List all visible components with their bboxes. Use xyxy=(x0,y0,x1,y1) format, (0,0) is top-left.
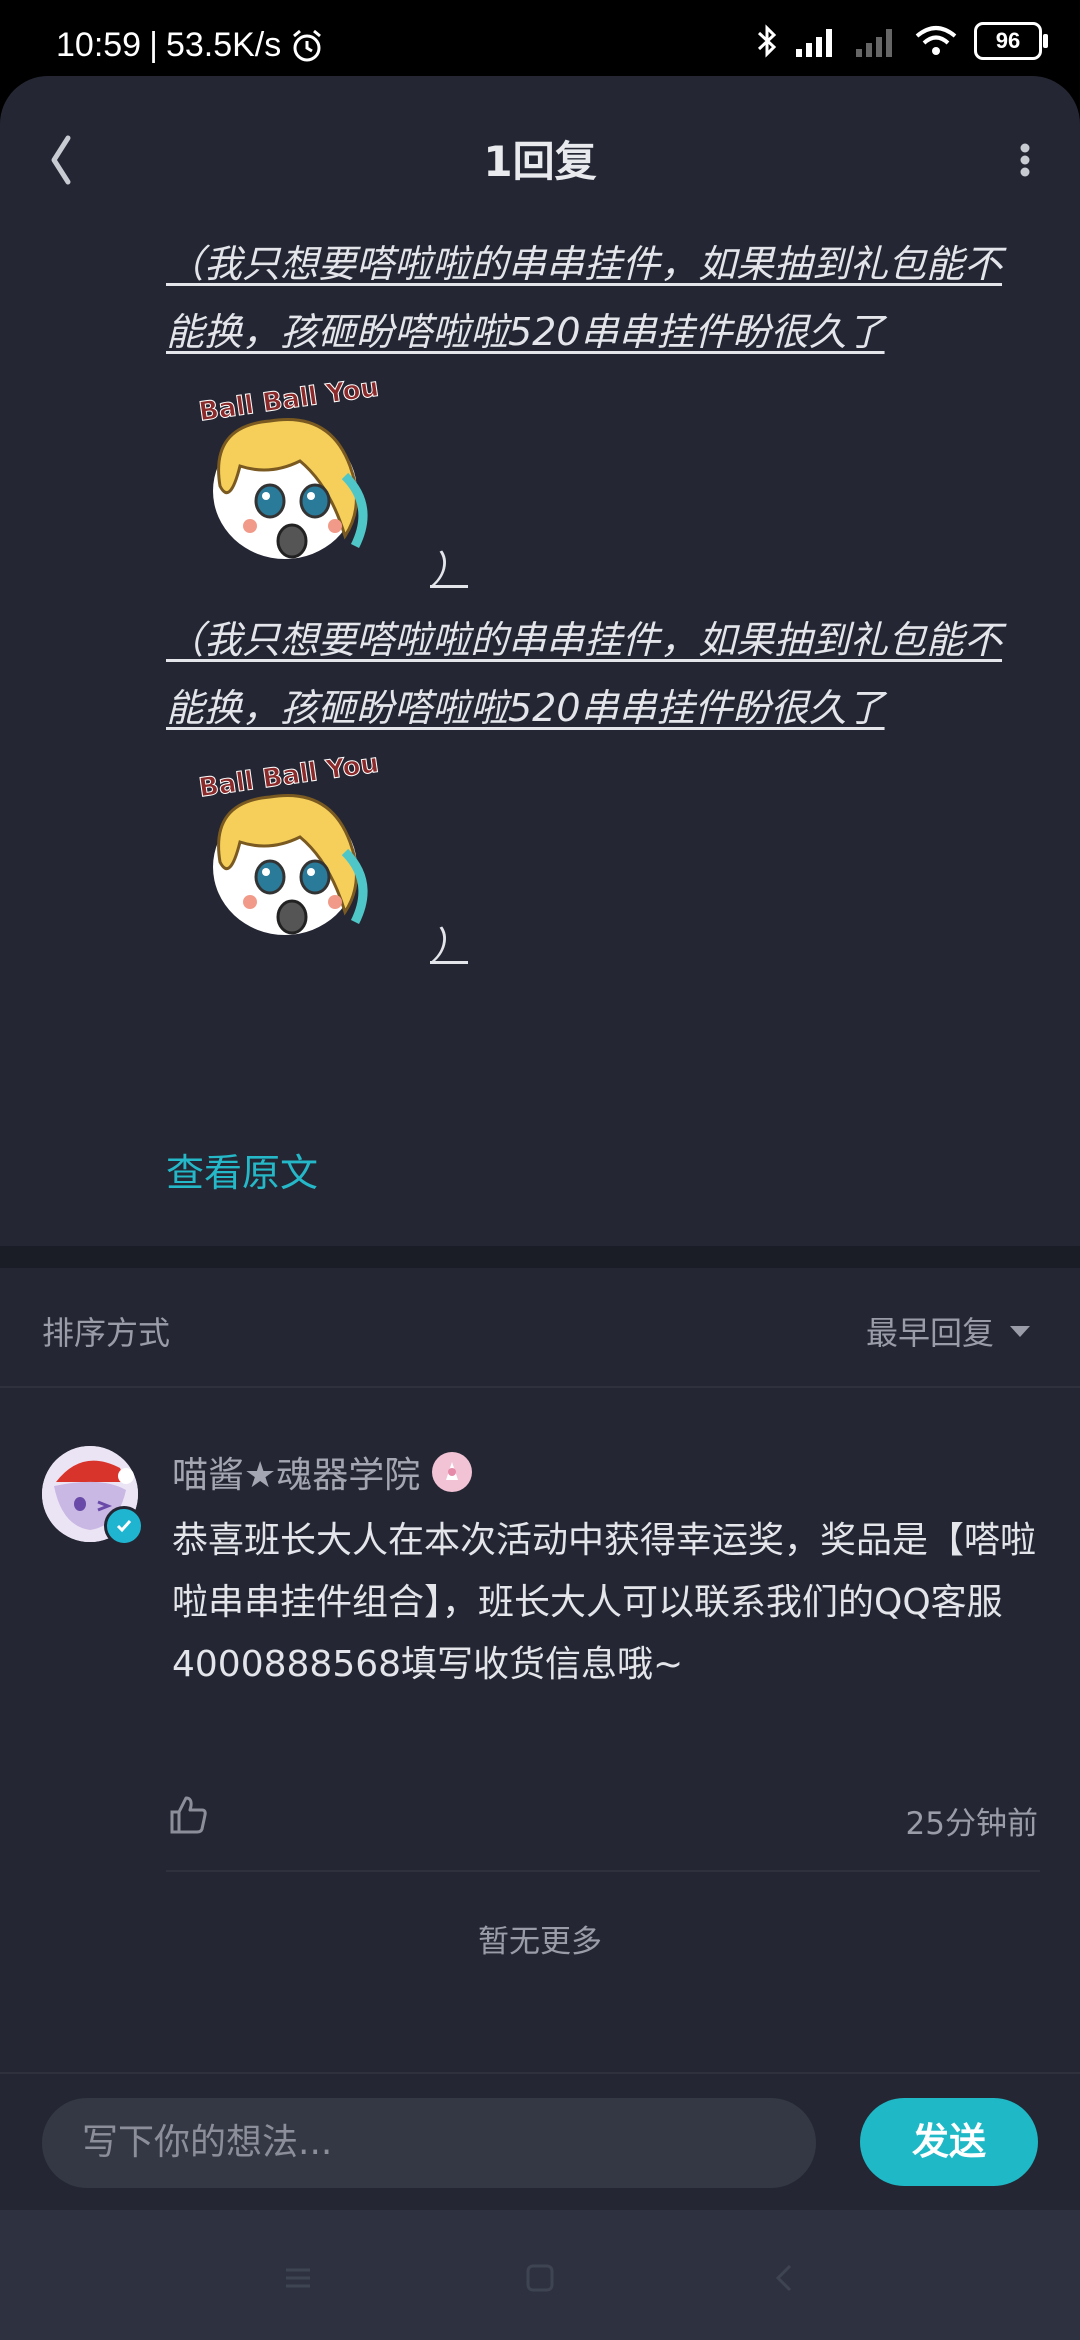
signal-hd-icon xyxy=(796,29,832,57)
sort-bar: 排序方式 最早回复 xyxy=(0,1268,1080,1388)
comment-composer: 写下你的想法... 发送 xyxy=(0,2072,1080,2210)
list-end-text: 暂无更多 xyxy=(478,1924,602,1960)
sort-value: 最早回复 xyxy=(865,1314,994,1352)
send-button[interactable]: 发送 xyxy=(860,2098,1038,2186)
checkmark-icon xyxy=(116,1520,132,1533)
closing-paren: ） xyxy=(430,548,469,592)
verified-badge xyxy=(104,1506,144,1546)
reply-detail-screen: 1回复 （我只想要嗒啦啦的串串挂件，如果抽到礼包能不能换，孩砸盼嗒啦啦520串串… xyxy=(0,76,1080,2340)
author-badge-icon xyxy=(432,1452,473,1492)
battery-indicator: 96 xyxy=(974,22,1048,60)
home-icon[interactable] xyxy=(520,2258,560,2298)
wifi-icon xyxy=(915,26,957,55)
signal-empty-icon xyxy=(856,29,892,57)
reply-author[interactable]: 喵酱★魂器学院 xyxy=(172,1446,473,1498)
reply-content: 恭喜班长大人在本次活动中获得幸运奖，奖品是【嗒啦啦串串挂件组合】，班长大人可以联… xyxy=(172,1520,1037,1685)
top-bar: 1回复 xyxy=(0,76,1080,230)
author-name: 喵酱★魂器学院 xyxy=(172,1455,421,1496)
status-time: 10:59 xyxy=(56,26,142,64)
status-bar: 10:59 | 53.5K/s 96 xyxy=(0,0,1080,86)
view-original-link[interactable]: 查看原文 xyxy=(166,1142,318,1197)
ball-ball-you-sticker: Ball Ball You xyxy=(197,372,381,559)
avatar[interactable] xyxy=(42,1446,144,1546)
status-right: 96 xyxy=(756,22,1048,60)
quoted-text: （我只想要嗒啦啦的串串挂件，如果抽到礼包能不能换，孩砸盼嗒啦啦520串串挂件盼很… xyxy=(166,242,1003,354)
quoted-text: （我只想要嗒啦啦的串串挂件，如果抽到礼包能不能换，孩砸盼嗒啦啦520串串挂件盼很… xyxy=(166,618,1003,730)
status-speed: 53.5K/s xyxy=(165,26,282,64)
reply-timestamp: 25分钟前 xyxy=(905,1806,1038,1842)
status-separator: | xyxy=(149,26,158,64)
page-title: 1回复 xyxy=(483,137,597,186)
back-nav-icon[interactable] xyxy=(764,2258,804,2298)
caret-down-icon xyxy=(1010,1326,1030,1337)
system-nav-bar xyxy=(0,2210,1080,2340)
alarm-icon xyxy=(293,29,322,61)
closing-paren: ） xyxy=(430,924,469,968)
ball-ball-you-sticker: Ball Ball You xyxy=(197,748,381,935)
original-post-content: （我只想要嗒啦啦的串串挂件，如果抽到礼包能不能换，孩砸盼嗒啦啦520串串挂件盼很… xyxy=(0,230,1080,982)
menu-icon[interactable] xyxy=(278,2258,318,2298)
comment-input[interactable]: 写下你的想法... xyxy=(42,2098,816,2188)
status-left: 10:59 | 53.5K/s xyxy=(56,26,325,65)
thumbs-up-icon[interactable] xyxy=(166,1792,210,1836)
reply-divider xyxy=(166,1870,1040,1872)
more-options-icon[interactable] xyxy=(990,120,1060,200)
sticker-row: Ball Ball You ） xyxy=(180,742,1080,982)
sort-label: 排序方式 xyxy=(42,1314,171,1352)
sticker-row: Ball Ball You ） xyxy=(180,366,1080,606)
section-divider xyxy=(0,1246,1080,1268)
sort-dropdown[interactable]: 最早回复 xyxy=(866,1308,1032,1354)
bluetooth-icon xyxy=(757,24,777,58)
